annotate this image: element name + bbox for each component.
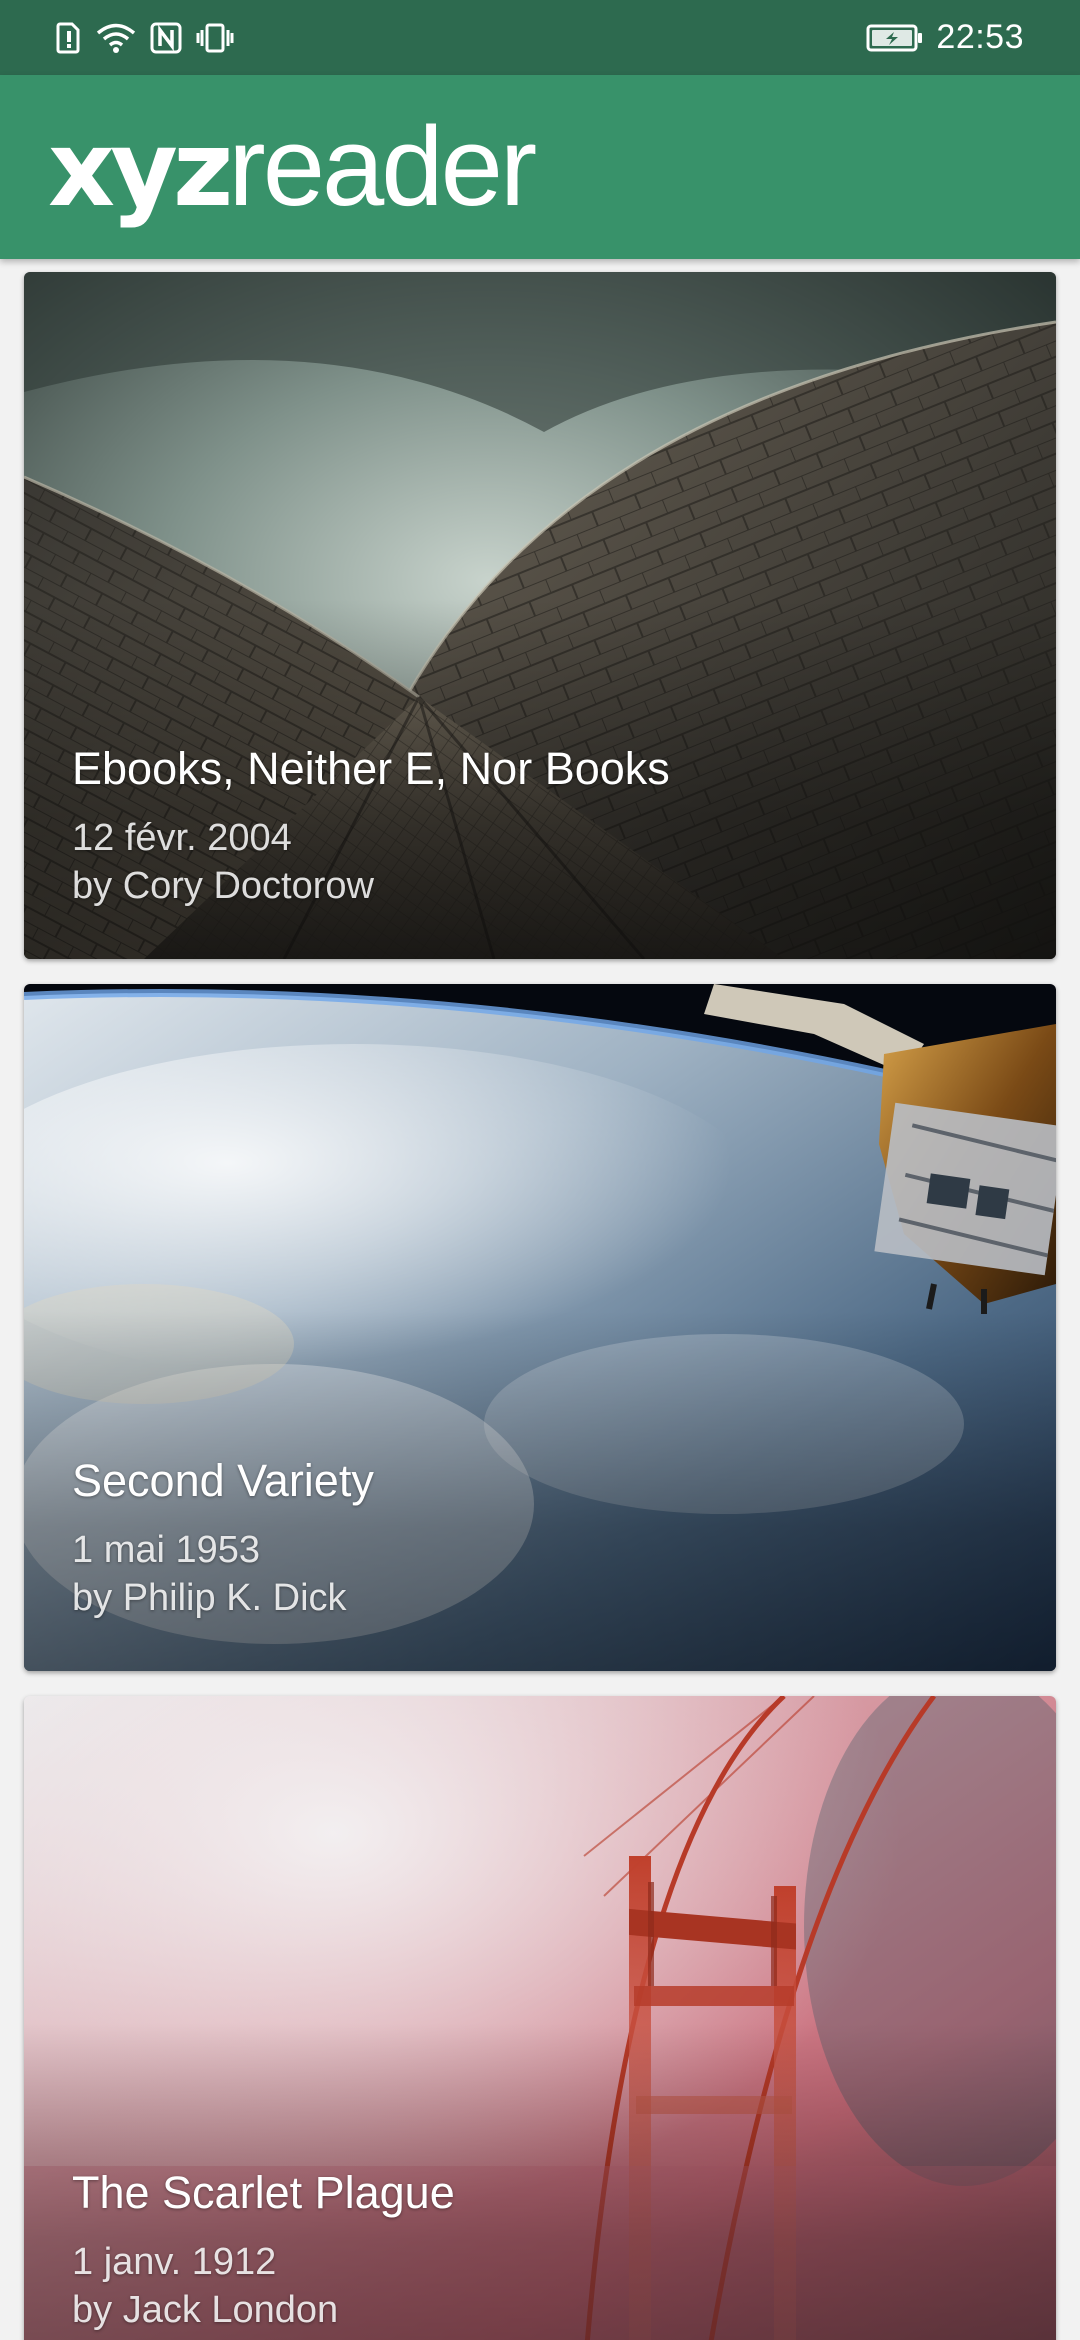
card-text: Ebooks, Neither E, Nor Books 12 févr. 20… — [72, 744, 1008, 911]
clock: 22:53 — [936, 18, 1024, 56]
nfc-icon — [150, 22, 182, 54]
status-bar: 22:53 — [0, 0, 1080, 75]
app-logo: xyz reader — [48, 104, 537, 230]
article-title: Ebooks, Neither E, Nor Books — [72, 743, 670, 795]
article-date: 1 mai 1953 — [72, 1528, 261, 1571]
status-icons-left — [56, 22, 234, 54]
article-title: The Scarlet Plague — [72, 2167, 455, 2219]
status-icons-right: 22:53 — [866, 18, 1024, 57]
card-text: The Scarlet Plague 1 janv. 1912 by Jack … — [72, 2168, 1008, 2335]
article-card[interactable]: The Scarlet Plague 1 janv. 1912 by Jack … — [24, 1696, 1056, 2340]
battery-charging-icon — [866, 24, 924, 52]
logo-light-text: reader — [228, 104, 537, 229]
wifi-icon — [96, 22, 136, 54]
article-author: by Cory Doctorow — [72, 865, 374, 908]
article-date: 1 janv. 1912 — [72, 2240, 277, 2283]
card-text: Second Variety 1 mai 1953 by Philip K. D… — [72, 1456, 1008, 1623]
article-card[interactable]: Second Variety 1 mai 1953 by Philip K. D… — [24, 984, 1056, 1671]
article-title: Second Variety — [72, 1455, 374, 1507]
logo-bold-text: xyz — [48, 108, 233, 230]
article-list[interactable]: Ebooks, Neither E, Nor Books 12 févr. 20… — [0, 259, 1080, 2340]
article-card[interactable]: Ebooks, Neither E, Nor Books 12 févr. 20… — [24, 272, 1056, 959]
app-bar: xyz reader — [0, 75, 1080, 259]
alert-sim-icon — [56, 22, 82, 54]
article-author: by Jack London — [72, 2289, 339, 2332]
article-author: by Philip K. Dick — [72, 1577, 347, 1620]
article-date: 12 févr. 2004 — [72, 816, 292, 859]
vibrate-icon — [196, 22, 234, 54]
